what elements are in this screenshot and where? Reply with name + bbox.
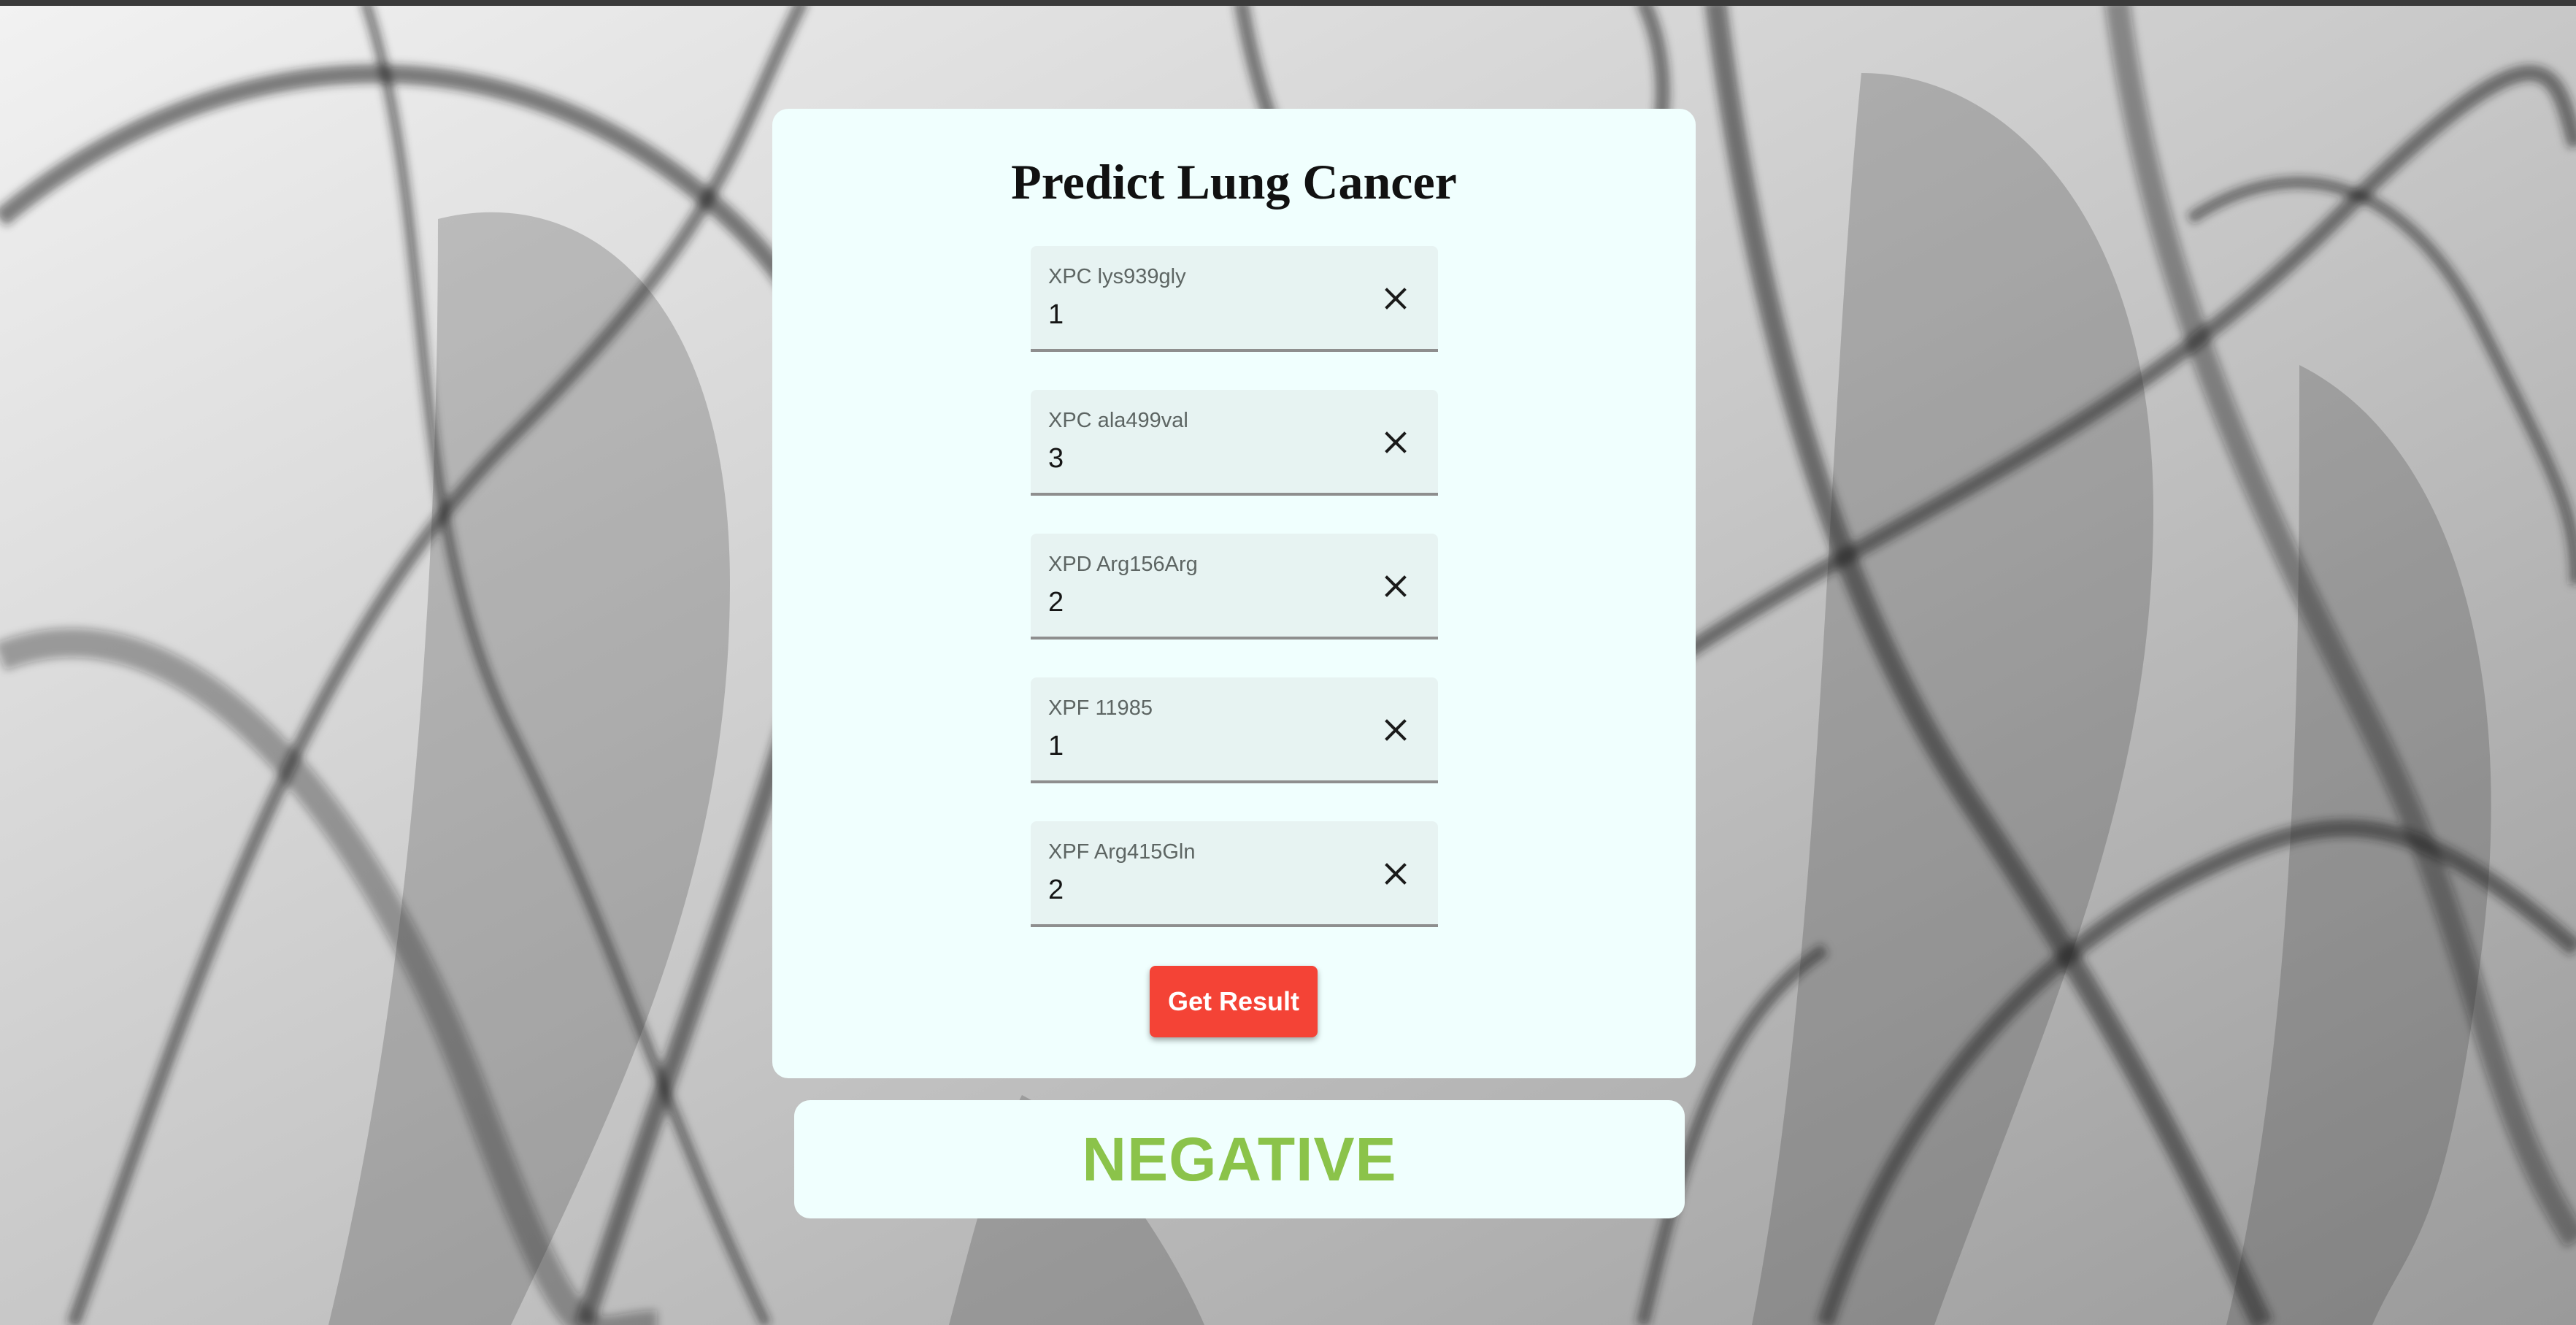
page-title: Predict Lung Cancer [1011, 154, 1457, 210]
field-xpc-ala499val[interactable]: XPC ala499val [1031, 390, 1438, 496]
field-xpf-11985[interactable]: XPF 11985 [1031, 677, 1438, 783]
field-input[interactable] [1048, 727, 1340, 765]
field-label: XPF 11985 [1048, 696, 1153, 720]
get-result-button[interactable]: Get Result [1150, 966, 1318, 1037]
field-input[interactable] [1048, 871, 1340, 909]
field-xpd-arg156arg[interactable]: XPD Arg156Arg [1031, 534, 1438, 640]
close-icon[interactable] [1381, 715, 1410, 745]
field-xpf-arg415gln[interactable]: XPF Arg415Gln [1031, 821, 1438, 927]
field-input[interactable] [1048, 296, 1340, 334]
close-icon[interactable] [1381, 284, 1410, 313]
prediction-form-card: Predict Lung Cancer XPC lys939gly XPC al… [772, 109, 1696, 1078]
field-label: XPC ala499val [1048, 409, 1188, 432]
field-xpc-lys939gly[interactable]: XPC lys939gly [1031, 246, 1438, 352]
close-icon[interactable] [1381, 859, 1410, 888]
field-label: XPD Arg156Arg [1048, 553, 1198, 576]
result-text: NEGATIVE [1082, 1125, 1397, 1194]
close-icon[interactable] [1381, 572, 1410, 601]
field-label: XPC lys939gly [1048, 265, 1186, 288]
field-input[interactable] [1048, 583, 1340, 621]
result-panel: NEGATIVE [794, 1100, 1685, 1218]
top-border [0, 0, 2576, 6]
field-input[interactable] [1048, 439, 1340, 477]
field-label: XPF Arg415Gln [1048, 840, 1196, 864]
close-icon[interactable] [1381, 428, 1410, 457]
